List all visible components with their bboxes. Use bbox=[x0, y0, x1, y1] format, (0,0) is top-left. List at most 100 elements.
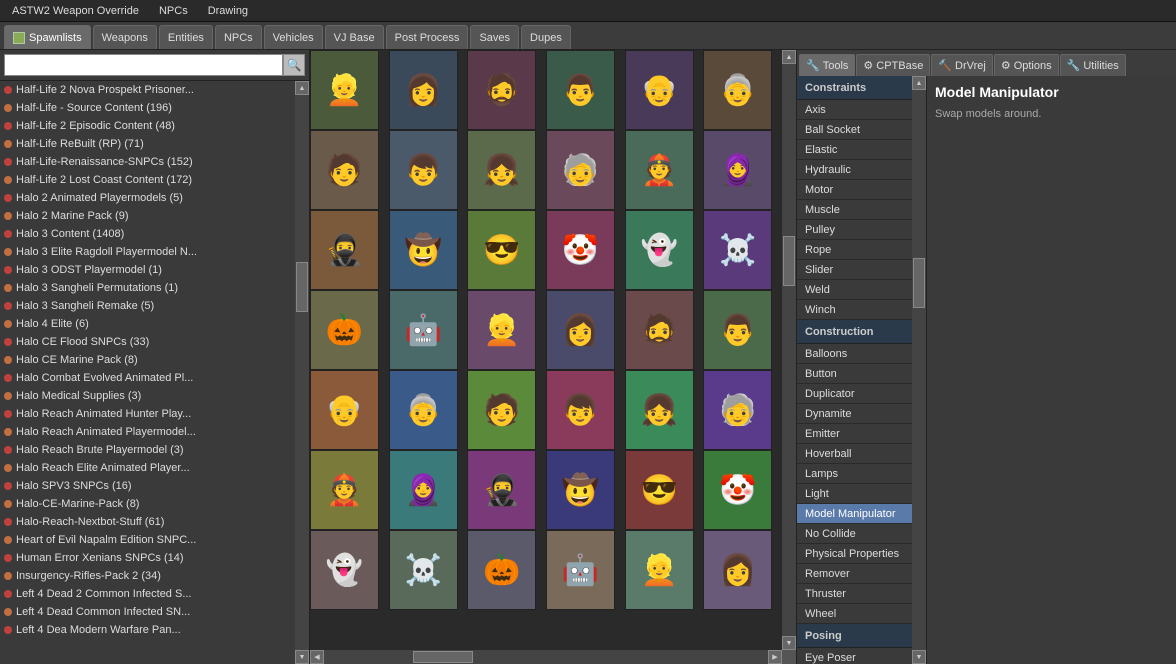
tool-weld[interactable]: Weld bbox=[797, 280, 912, 300]
npc-item-l4d2-common[interactable]: Left 4 Dead 2 Common Infected S... bbox=[0, 585, 295, 603]
npc-item-hl2-nova[interactable]: Half-Life 2 Nova Prospekt Prisoner... bbox=[0, 81, 295, 99]
npc-item-haloce-flood[interactable]: Halo CE Flood SNPCs (33) bbox=[0, 333, 295, 351]
tool-rope[interactable]: Rope bbox=[797, 240, 912, 260]
tools-tab-utilities[interactable]: 🔧 Utilities bbox=[1060, 54, 1126, 76]
npc-cell-r0-c5[interactable]: 👵 bbox=[703, 50, 772, 130]
npc-item-hl2-episodic[interactable]: Half-Life 2 Episodic Content (48) bbox=[0, 117, 295, 135]
npc-cell-r1-c0[interactable]: 🧑 bbox=[310, 130, 379, 210]
tool-hoverball[interactable]: Hoverball bbox=[797, 444, 912, 464]
center-hscrollbar[interactable]: ◀ ▶ bbox=[310, 650, 782, 664]
npc-cell-r6-c1[interactable]: ☠️ bbox=[389, 530, 458, 610]
tab-spawnlists[interactable]: Spawnlists bbox=[4, 25, 91, 49]
tab-weapons[interactable]: Weapons bbox=[93, 25, 157, 49]
npc-item-insurgency[interactable]: Insurgency-Rifles-Pack 2 (34) bbox=[0, 567, 295, 585]
tool-light[interactable]: Light bbox=[797, 484, 912, 504]
center-vtrack[interactable] bbox=[782, 64, 796, 636]
npc-cell-r0-c2[interactable]: 🧔 bbox=[467, 50, 536, 130]
npc-item-l4d-mw[interactable]: Left 4 Dea Modern Warfare Pan... bbox=[0, 621, 295, 639]
npc-cell-r3-c4[interactable]: 🧔 bbox=[625, 290, 694, 370]
npc-cell-r0-c0[interactable]: 👱 bbox=[310, 50, 379, 130]
tool-ballsocket[interactable]: Ball Socket bbox=[797, 120, 912, 140]
center-scroll-up[interactable]: ▲ bbox=[782, 50, 796, 64]
npc-cell-r5-c3[interactable]: 🤠 bbox=[546, 450, 615, 530]
npc-item-halo3-remake[interactable]: Halo 3 Sangheli Remake (5) bbox=[0, 297, 295, 315]
npc-item-haloreach-hunter[interactable]: Halo Reach Animated Hunter Play... bbox=[0, 405, 295, 423]
npc-item-hl2-lostcoast[interactable]: Half-Life 2 Lost Coast Content (172) bbox=[0, 171, 295, 189]
npc-item-haloreach-player[interactable]: Halo Reach Animated Playermodel... bbox=[0, 423, 295, 441]
tool-hydraulic[interactable]: Hydraulic bbox=[797, 160, 912, 180]
npc-cell-r4-c3[interactable]: 👦 bbox=[546, 370, 615, 450]
npc-cell-r5-c1[interactable]: 🧕 bbox=[389, 450, 458, 530]
tool-duplicator[interactable]: Duplicator bbox=[797, 384, 912, 404]
tool-muscle[interactable]: Muscle bbox=[797, 200, 912, 220]
tool-button[interactable]: Button bbox=[797, 364, 912, 384]
npc-item-haloreach-brute[interactable]: Halo Reach Brute Playermodel (3) bbox=[0, 441, 295, 459]
npc-cell-r3-c1[interactable]: 🤖 bbox=[389, 290, 458, 370]
tool-pulley[interactable]: Pulley bbox=[797, 220, 912, 240]
npc-item-hl-source[interactable]: Half-Life - Source Content (196) bbox=[0, 99, 295, 117]
npc-item-halo2-marine[interactable]: Halo 2 Marine Pack (9) bbox=[0, 207, 295, 225]
npc-cell-r2-c0[interactable]: 🥷 bbox=[310, 210, 379, 290]
npc-item-hl-renaissance[interactable]: Half-Life-Renaissance-SNPCs (152) bbox=[0, 153, 295, 171]
npc-cell-r0-c4[interactable]: 👴 bbox=[625, 50, 694, 130]
tool-scroll-up[interactable]: ▲ bbox=[912, 76, 926, 90]
npc-cell-r3-c5[interactable]: 👨 bbox=[703, 290, 772, 370]
tool-motor[interactable]: Motor bbox=[797, 180, 912, 200]
tool-dynamite[interactable]: Dynamite bbox=[797, 404, 912, 424]
npc-scroll-track[interactable] bbox=[295, 95, 309, 650]
tab-dupes[interactable]: Dupes bbox=[521, 25, 571, 49]
npc-cell-r3-c2[interactable]: 👱 bbox=[467, 290, 536, 370]
tool-model-manipulator[interactable]: Model Manipulator bbox=[797, 504, 912, 524]
npc-cell-r5-c4[interactable]: 😎 bbox=[625, 450, 694, 530]
tool-elastic[interactable]: Elastic bbox=[797, 140, 912, 160]
npc-cell-r2-c1[interactable]: 🤠 bbox=[389, 210, 458, 290]
npc-item-halo3-odst[interactable]: Halo 3 ODST Playermodel (1) bbox=[0, 261, 295, 279]
menu-astw2[interactable]: ASTW2 Weapon Override bbox=[8, 3, 143, 19]
tool-wheel[interactable]: Wheel bbox=[797, 604, 912, 624]
tools-tab-tools[interactable]: 🔧 Tools bbox=[799, 54, 855, 76]
tools-tab-drvrej[interactable]: 🔨 DrVrej bbox=[931, 54, 992, 76]
tool-scroll-track[interactable] bbox=[912, 90, 926, 650]
npc-cell-r6-c3[interactable]: 🤖 bbox=[546, 530, 615, 610]
tool-thruster[interactable]: Thruster bbox=[797, 584, 912, 604]
npc-list-vscrollbar[interactable]: ▲ ▼ bbox=[295, 81, 309, 664]
npc-cell-r4-c5[interactable]: 🧓 bbox=[703, 370, 772, 450]
tab-vjbase[interactable]: VJ Base bbox=[325, 25, 384, 49]
tool-eye-poser[interactable]: Eye Poser bbox=[797, 648, 912, 664]
npc-item-haloce-marine[interactable]: Halo CE Marine Pack (8) bbox=[0, 351, 295, 369]
npc-cell-r4-c0[interactable]: 👴 bbox=[310, 370, 379, 450]
menu-npcs[interactable]: NPCs bbox=[155, 3, 192, 19]
tab-vehicles[interactable]: Vehicles bbox=[264, 25, 323, 49]
npc-item-haloce-anim[interactable]: Halo Combat Evolved Animated Pl... bbox=[0, 369, 295, 387]
npc-cell-r1-c4[interactable]: 👲 bbox=[625, 130, 694, 210]
npc-cell-r1-c5[interactable]: 🧕 bbox=[703, 130, 772, 210]
center-scroll-left[interactable]: ◀ bbox=[310, 650, 324, 664]
npc-cell-r2-c2[interactable]: 😎 bbox=[467, 210, 536, 290]
tool-balloons[interactable]: Balloons bbox=[797, 344, 912, 364]
npc-cell-r1-c2[interactable]: 👧 bbox=[467, 130, 536, 210]
npc-item-halo-medical[interactable]: Halo Medical Supplies (3) bbox=[0, 387, 295, 405]
tab-postprocess[interactable]: Post Process bbox=[386, 25, 469, 49]
tab-saves[interactable]: Saves bbox=[470, 25, 519, 49]
tool-scroll-down[interactable]: ▼ bbox=[912, 650, 926, 664]
npc-item-halo-spv3[interactable]: Halo SPV3 SNPCs (16) bbox=[0, 477, 295, 495]
npc-cell-r5-c5[interactable]: 🤡 bbox=[703, 450, 772, 530]
tool-slider[interactable]: Slider bbox=[797, 260, 912, 280]
npc-item-haloreach-elite[interactable]: Halo Reach Elite Animated Player... bbox=[0, 459, 295, 477]
npc-cell-r5-c2[interactable]: 🥷 bbox=[467, 450, 536, 530]
npc-scroll-thumb[interactable] bbox=[296, 262, 308, 312]
npc-cell-r4-c1[interactable]: 👵 bbox=[389, 370, 458, 450]
search-button[interactable]: 🔍 bbox=[283, 54, 305, 76]
tool-scroll-thumb[interactable] bbox=[913, 258, 925, 308]
npc-cell-r3-c0[interactable]: 🎃 bbox=[310, 290, 379, 370]
center-vthumb[interactable] bbox=[783, 236, 795, 286]
npc-item-hoe-napalm[interactable]: Heart of Evil Napalm Edition SNPC... bbox=[0, 531, 295, 549]
npc-cell-r1-c3[interactable]: 🧓 bbox=[546, 130, 615, 210]
npc-cell-r2-c4[interactable]: 👻 bbox=[625, 210, 694, 290]
center-scroll-right[interactable]: ▶ bbox=[768, 650, 782, 664]
npc-item-haloreach-nextbot[interactable]: Halo-Reach-Nextbot-Stuff (61) bbox=[0, 513, 295, 531]
npc-cell-r4-c4[interactable]: 👧 bbox=[625, 370, 694, 450]
npc-item-hl-rebuilt[interactable]: Half-Life ReBuilt (RP) (71) bbox=[0, 135, 295, 153]
npc-cell-r2-c5[interactable]: ☠️ bbox=[703, 210, 772, 290]
npc-cell-r5-c0[interactable]: 👲 bbox=[310, 450, 379, 530]
